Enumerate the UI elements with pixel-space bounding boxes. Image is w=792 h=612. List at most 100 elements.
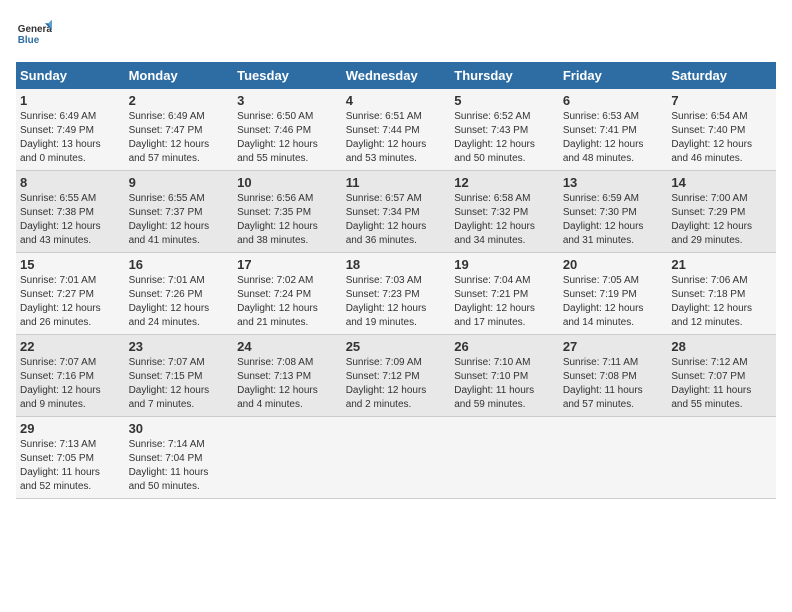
day-info: Sunrise: 6:58 AM Sunset: 7:32 PM Dayligh… xyxy=(454,192,555,248)
day-cell: 29 Sunrise: 7:13 AM Sunset: 7:05 PM Dayli… xyxy=(16,417,125,499)
day-number: 1 xyxy=(20,93,121,108)
day-cell: 5 Sunrise: 6:52 AM Sunset: 7:43 PM Daylig… xyxy=(450,89,559,171)
day-cell: 30 Sunrise: 7:14 AM Sunset: 7:04 PM Dayli… xyxy=(125,417,234,499)
day-cell: 8 Sunrise: 6:55 AM Sunset: 7:38 PM Daylig… xyxy=(16,171,125,253)
day-cell: 3 Sunrise: 6:50 AM Sunset: 7:46 PM Daylig… xyxy=(233,89,342,171)
day-info: Sunrise: 6:52 AM Sunset: 7:43 PM Dayligh… xyxy=(454,110,555,166)
day-info: Sunrise: 7:13 AM Sunset: 7:05 PM Dayligh… xyxy=(20,438,121,494)
day-number: 29 xyxy=(20,421,121,436)
day-cell xyxy=(450,417,559,499)
day-number: 9 xyxy=(129,175,230,190)
day-cell: 1 Sunrise: 6:49 AM Sunset: 7:49 PM Daylig… xyxy=(16,89,125,171)
day-cell: 22 Sunrise: 7:07 AM Sunset: 7:16 PM Dayli… xyxy=(16,335,125,417)
col-header-wednesday: Wednesday xyxy=(342,62,451,89)
day-info: Sunrise: 7:04 AM Sunset: 7:21 PM Dayligh… xyxy=(454,274,555,330)
col-header-saturday: Saturday xyxy=(667,62,776,89)
day-number: 12 xyxy=(454,175,555,190)
day-cell: 26 Sunrise: 7:10 AM Sunset: 7:10 PM Dayli… xyxy=(450,335,559,417)
day-cell: 12 Sunrise: 6:58 AM Sunset: 7:32 PM Dayli… xyxy=(450,171,559,253)
day-cell: 17Sunrise: 7:02 AM Sunset: 7:24 PM Dayli… xyxy=(233,253,342,335)
day-info: Sunrise: 7:14 AM Sunset: 7:04 PM Dayligh… xyxy=(129,438,230,494)
day-cell xyxy=(667,417,776,499)
day-number: 25 xyxy=(346,339,447,354)
day-info: Sunrise: 6:49 AM Sunset: 7:47 PM Dayligh… xyxy=(129,110,230,166)
day-info: Sunrise: 7:07 AM Sunset: 7:15 PM Dayligh… xyxy=(129,356,230,412)
day-number: 5 xyxy=(454,93,555,108)
day-info: Sunrise: 7:07 AM Sunset: 7:16 PM Dayligh… xyxy=(20,356,121,412)
day-number: 4 xyxy=(346,93,447,108)
day-info: Sunrise: 6:59 AM Sunset: 7:30 PM Dayligh… xyxy=(563,192,664,248)
day-number: 30 xyxy=(129,421,230,436)
day-number: 16 xyxy=(129,257,230,272)
day-info: Sunrise: 7:01 AM Sunset: 7:26 PM Dayligh… xyxy=(129,274,230,330)
day-info: Sunrise: 7:10 AM Sunset: 7:10 PM Dayligh… xyxy=(454,356,555,412)
day-cell: 21Sunrise: 7:06 AM Sunset: 7:18 PM Dayli… xyxy=(667,253,776,335)
day-info: Sunrise: 7:02 AM Sunset: 7:24 PM Dayligh… xyxy=(237,274,338,330)
calendar-table: SundayMondayTuesdayWednesdayThursdayFrid… xyxy=(16,62,776,499)
day-cell: 6 Sunrise: 6:53 AM Sunset: 7:41 PM Daylig… xyxy=(559,89,668,171)
day-info: Sunrise: 6:54 AM Sunset: 7:40 PM Dayligh… xyxy=(671,110,772,166)
week-row-4: 22 Sunrise: 7:07 AM Sunset: 7:16 PM Dayli… xyxy=(16,335,776,417)
day-number: 22 xyxy=(20,339,121,354)
day-number: 2 xyxy=(129,93,230,108)
day-number: 10 xyxy=(237,175,338,190)
day-number: 27 xyxy=(563,339,664,354)
day-cell: 7 Sunrise: 6:54 AM Sunset: 7:40 PM Daylig… xyxy=(667,89,776,171)
day-cell: 13 Sunrise: 6:59 AM Sunset: 7:30 PM Dayli… xyxy=(559,171,668,253)
day-info: Sunrise: 7:12 AM Sunset: 7:07 PM Dayligh… xyxy=(671,356,772,412)
day-cell xyxy=(559,417,668,499)
day-cell: 14Sunrise: 7:00 AM Sunset: 7:29 PM Dayli… xyxy=(667,171,776,253)
day-cell: 20 Sunrise: 7:05 AM Sunset: 7:19 PM Dayli… xyxy=(559,253,668,335)
day-info: Sunrise: 7:05 AM Sunset: 7:19 PM Dayligh… xyxy=(563,274,664,330)
day-number: 13 xyxy=(563,175,664,190)
header-row: SundayMondayTuesdayWednesdayThursdayFrid… xyxy=(16,62,776,89)
day-info: Sunrise: 6:55 AM Sunset: 7:38 PM Dayligh… xyxy=(20,192,121,248)
day-number: 7 xyxy=(671,93,772,108)
day-number: 8 xyxy=(20,175,121,190)
day-info: Sunrise: 7:01 AM Sunset: 7:27 PM Dayligh… xyxy=(20,274,121,330)
day-cell: 16 Sunrise: 7:01 AM Sunset: 7:26 PM Dayli… xyxy=(125,253,234,335)
day-number: 15 xyxy=(20,257,121,272)
day-number: 28 xyxy=(671,339,772,354)
logo: General Blue xyxy=(16,16,52,52)
svg-text:Blue: Blue xyxy=(18,35,40,46)
day-info: Sunrise: 6:50 AM Sunset: 7:46 PM Dayligh… xyxy=(237,110,338,166)
day-number: 19 xyxy=(454,257,555,272)
day-number: 11 xyxy=(346,175,447,190)
col-header-tuesday: Tuesday xyxy=(233,62,342,89)
day-cell: 9Sunrise: 6:55 AM Sunset: 7:37 PM Daylig… xyxy=(125,171,234,253)
day-number: 20 xyxy=(563,257,664,272)
day-cell xyxy=(233,417,342,499)
day-info: Sunrise: 6:53 AM Sunset: 7:41 PM Dayligh… xyxy=(563,110,664,166)
day-cell: 25Sunrise: 7:09 AM Sunset: 7:12 PM Dayli… xyxy=(342,335,451,417)
day-number: 21 xyxy=(671,257,772,272)
day-info: Sunrise: 7:08 AM Sunset: 7:13 PM Dayligh… xyxy=(237,356,338,412)
col-header-monday: Monday xyxy=(125,62,234,89)
day-cell: 15 Sunrise: 7:01 AM Sunset: 7:27 PM Dayli… xyxy=(16,253,125,335)
day-cell: 24Sunrise: 7:08 AM Sunset: 7:13 PM Dayli… xyxy=(233,335,342,417)
logo-icon: General Blue xyxy=(16,16,52,52)
col-header-thursday: Thursday xyxy=(450,62,559,89)
day-cell xyxy=(342,417,451,499)
day-number: 18 xyxy=(346,257,447,272)
week-row-5: 29 Sunrise: 7:13 AM Sunset: 7:05 PM Dayli… xyxy=(16,417,776,499)
week-row-1: 1 Sunrise: 6:49 AM Sunset: 7:49 PM Daylig… xyxy=(16,89,776,171)
day-cell: 18Sunrise: 7:03 AM Sunset: 7:23 PM Dayli… xyxy=(342,253,451,335)
col-header-friday: Friday xyxy=(559,62,668,89)
day-info: Sunrise: 6:56 AM Sunset: 7:35 PM Dayligh… xyxy=(237,192,338,248)
day-info: Sunrise: 6:51 AM Sunset: 7:44 PM Dayligh… xyxy=(346,110,447,166)
day-info: Sunrise: 6:57 AM Sunset: 7:34 PM Dayligh… xyxy=(346,192,447,248)
week-row-3: 15 Sunrise: 7:01 AM Sunset: 7:27 PM Dayli… xyxy=(16,253,776,335)
col-header-sunday: Sunday xyxy=(16,62,125,89)
svg-text:General: General xyxy=(18,24,52,35)
day-cell: 2 Sunrise: 6:49 AM Sunset: 7:47 PM Daylig… xyxy=(125,89,234,171)
day-number: 6 xyxy=(563,93,664,108)
day-cell: 10 Sunrise: 6:56 AM Sunset: 7:35 PM Dayli… xyxy=(233,171,342,253)
day-cell: 4 Sunrise: 6:51 AM Sunset: 7:44 PM Daylig… xyxy=(342,89,451,171)
day-number: 26 xyxy=(454,339,555,354)
day-cell: 23Sunrise: 7:07 AM Sunset: 7:15 PM Dayli… xyxy=(125,335,234,417)
day-info: Sunrise: 6:49 AM Sunset: 7:49 PM Dayligh… xyxy=(20,110,121,166)
day-cell: 19 Sunrise: 7:04 AM Sunset: 7:21 PM Dayli… xyxy=(450,253,559,335)
day-cell: 28 Sunrise: 7:12 AM Sunset: 7:07 PM Dayli… xyxy=(667,335,776,417)
day-number: 3 xyxy=(237,93,338,108)
